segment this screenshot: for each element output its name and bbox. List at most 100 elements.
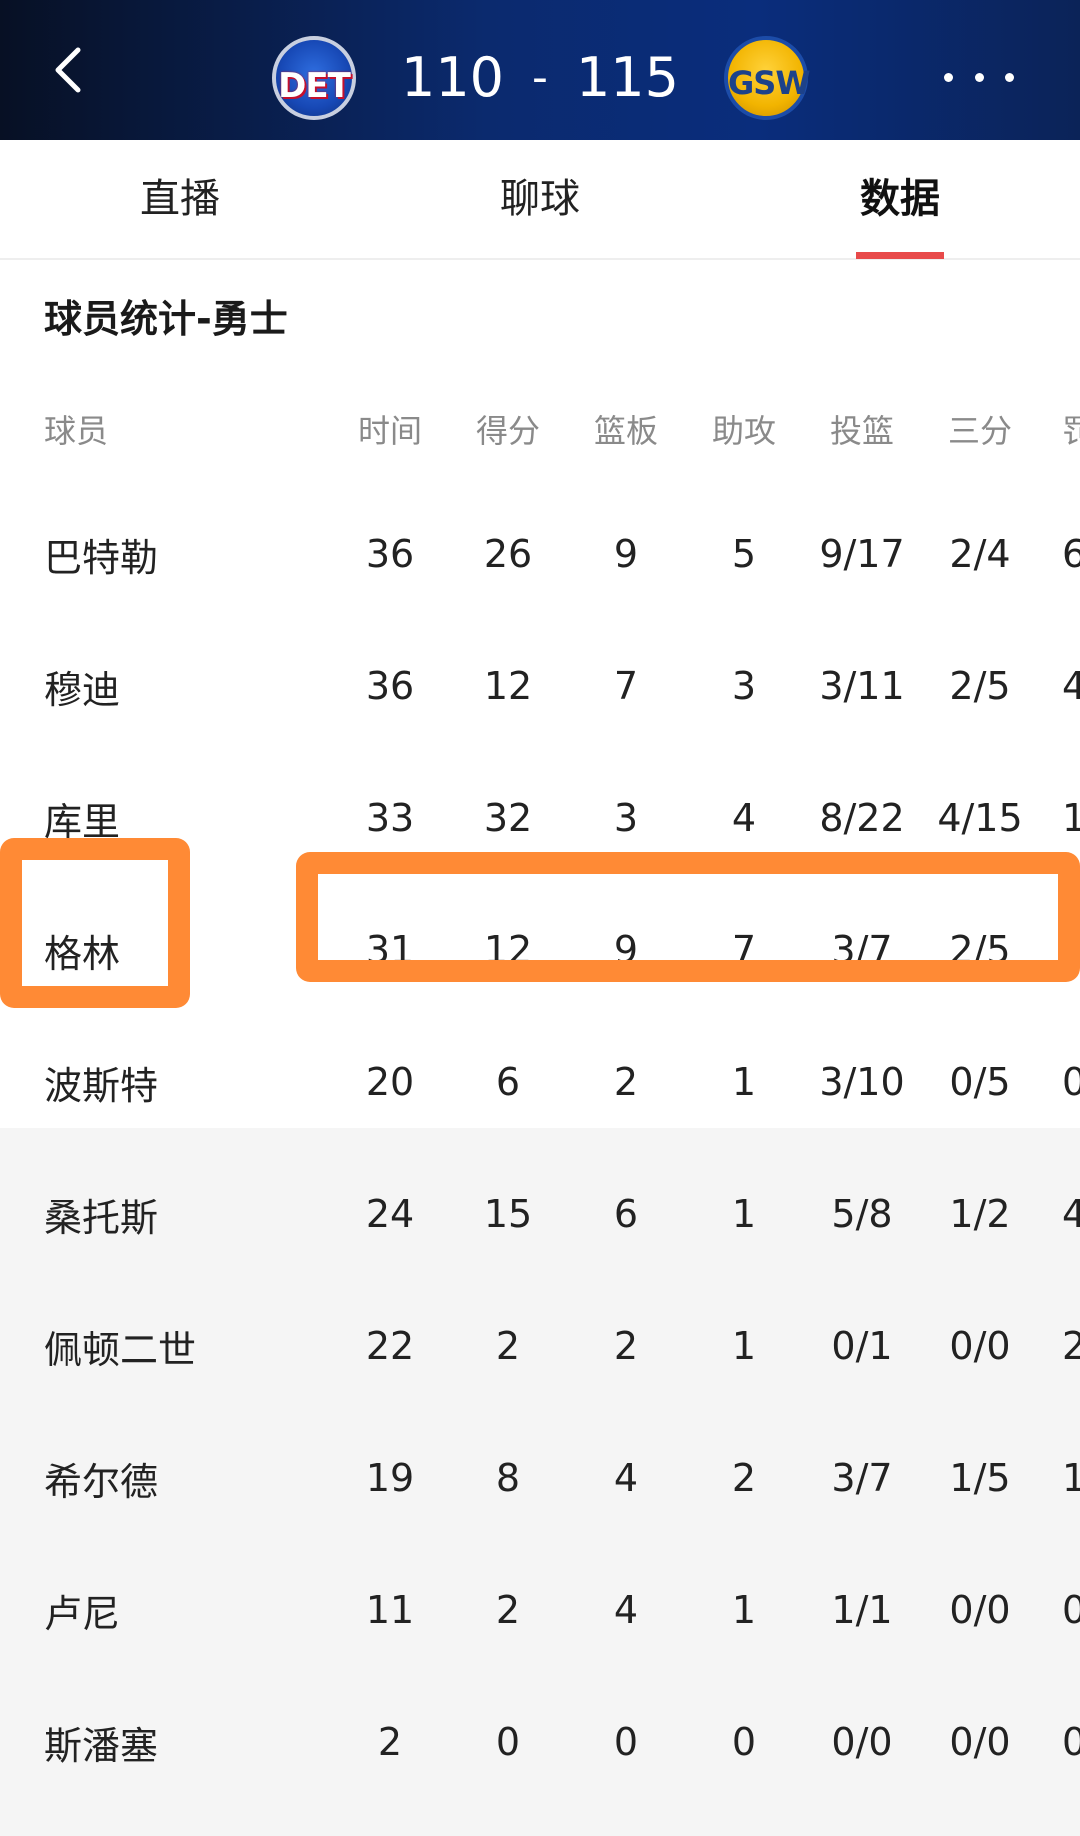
stat-assists: 1 — [731, 1324, 757, 1368]
game-header: DET 110 - 115 GSW — [0, 0, 1080, 140]
stat-minutes: 11 — [365, 1588, 415, 1632]
table-row[interactable]: 库里 33 32 3 4 8/22 4/15 12 — [0, 752, 1080, 884]
stat-free-throws — [1062, 884, 1080, 1016]
table-row[interactable]: 斯潘塞 2 0 0 0 0/0 0/0 0 — [0, 1676, 1080, 1808]
score-separator: - — [532, 51, 548, 103]
stat-points: 26 — [483, 532, 533, 576]
stat-rebounds: 0 — [613, 1720, 639, 1764]
column-header-rebounds[interactable]: 篮板 — [566, 370, 686, 488]
stat-rebounds: 6 — [613, 1192, 639, 1236]
home-team-abbr: DET — [278, 66, 351, 106]
stat-free-throws: 6 — [1062, 532, 1080, 576]
column-header-free-throws[interactable]: 罚 — [1062, 370, 1080, 488]
stat-minutes: 19 — [365, 1456, 415, 1500]
stat-three-pointers: 2/5 — [949, 664, 1011, 708]
player-name[interactable]: 巴特勒 — [44, 488, 304, 620]
stat-field-goals: 8/22 — [819, 796, 905, 840]
player-name[interactable]: 格林 — [44, 884, 304, 1016]
stat-rebounds: 2 — [613, 1324, 639, 1368]
table-row[interactable]: 巴特勒 36 26 9 5 9/17 2/4 6 — [0, 488, 1080, 620]
table-row[interactable]: 希尔德 19 8 4 2 3/7 1/5 1 — [0, 1412, 1080, 1544]
stat-assists: 1 — [731, 1060, 757, 1104]
player-name[interactable]: 波斯特 — [44, 1016, 304, 1148]
stat-assists: 3 — [731, 664, 757, 708]
stat-assists: 4 — [731, 796, 757, 840]
stat-free-throws: 4 — [1062, 664, 1080, 708]
stat-points: 8 — [495, 1456, 521, 1500]
stat-minutes: 33 — [365, 796, 415, 840]
stat-rebounds: 3 — [613, 796, 639, 840]
table-row[interactable]: 穆迪 36 12 7 3 3/11 2/5 4 — [0, 620, 1080, 752]
stat-points: 15 — [483, 1192, 533, 1236]
stat-points: 0 — [495, 1720, 521, 1764]
stat-minutes: 22 — [365, 1324, 415, 1368]
column-header-minutes[interactable]: 时间 — [330, 370, 450, 488]
stat-field-goals: 3/7 — [831, 928, 893, 972]
stat-three-pointers: 1/5 — [949, 1456, 1011, 1500]
column-header-points[interactable]: 得分 — [448, 370, 568, 488]
column-header-assists[interactable]: 助攻 — [684, 370, 804, 488]
player-name[interactable]: 桑托斯 — [44, 1148, 304, 1280]
stat-minutes: 24 — [365, 1192, 415, 1236]
table-row[interactable]: 波斯特 20 6 2 1 3/10 0/5 0 — [0, 1016, 1080, 1148]
player-name[interactable]: 卢尼 — [44, 1544, 304, 1676]
stat-three-pointers: 0/5 — [949, 1060, 1011, 1104]
table-body: 巴特勒 36 26 9 5 9/17 2/4 6 穆迪 36 12 7 3 3/11 2/5 4 库里 33 32 3… — [0, 488, 1080, 1808]
tab-chat[interactable]: 聊球 — [440, 140, 640, 258]
stat-rebounds: 9 — [613, 928, 639, 972]
more-dot-icon — [974, 72, 984, 82]
stat-field-goals: 0/0 — [831, 1720, 893, 1764]
stat-free-throws: 12 — [1062, 796, 1080, 840]
player-stats-table: 球员 时间 得分 篮板 助攻 投篮 三分 罚 巴特勒 36 26 9 5 9/17 2/4 6… — [0, 370, 1080, 1808]
stat-three-pointers: 0/0 — [949, 1324, 1011, 1368]
stat-minutes: 2 — [377, 1720, 403, 1764]
away-team-logo[interactable]: GSW — [724, 36, 811, 120]
table-row[interactable]: 格林 31 12 9 7 3/7 2/5 — [0, 884, 1080, 1016]
tab-stats[interactable]: 数据 — [800, 140, 1000, 258]
stat-rebounds: 4 — [613, 1588, 639, 1632]
player-name[interactable]: 库里 — [44, 752, 304, 884]
player-name[interactable]: 斯潘塞 — [44, 1676, 304, 1808]
tab-live[interactable]: 直播 — [80, 140, 280, 258]
stat-free-throws: 0 — [1062, 1588, 1080, 1632]
stat-field-goals: 1/1 — [831, 1588, 893, 1632]
stat-three-pointers: 2/4 — [949, 532, 1011, 576]
away-score: 115 — [575, 45, 680, 109]
player-name[interactable]: 穆迪 — [44, 620, 304, 752]
stat-field-goals: 3/7 — [831, 1456, 893, 1500]
stat-three-pointers: 1/2 — [949, 1192, 1011, 1236]
table-row[interactable]: 卢尼 11 2 4 1 1/1 0/0 0 — [0, 1544, 1080, 1676]
stat-points: 2 — [495, 1588, 521, 1632]
stat-free-throws: 0 — [1062, 1720, 1080, 1764]
stat-points: 12 — [483, 664, 533, 708]
stat-field-goals: 9/17 — [819, 532, 905, 576]
section-title: 球员统计-勇士 — [44, 297, 288, 341]
table-row[interactable]: 佩顿二世 22 2 2 1 0/1 0/0 2 — [0, 1280, 1080, 1412]
stat-field-goals: 3/11 — [819, 664, 905, 708]
stat-free-throws: 2 — [1062, 1324, 1080, 1368]
stat-points: 12 — [483, 928, 533, 972]
stat-minutes: 36 — [365, 532, 415, 576]
stat-rebounds: 9 — [613, 532, 639, 576]
home-team-logo[interactable]: DET — [272, 36, 356, 120]
stat-free-throws: 1 — [1062, 1456, 1080, 1500]
tab-bar: 直播 聊球 数据 — [0, 140, 1080, 260]
player-name[interactable]: 佩顿二世 — [44, 1280, 304, 1412]
stat-points: 6 — [495, 1060, 521, 1104]
column-header-field-goals[interactable]: 投篮 — [802, 370, 922, 488]
player-name[interactable]: 希尔德 — [44, 1412, 304, 1544]
stat-three-pointers: 2/5 — [949, 928, 1011, 972]
stat-field-goals: 5/8 — [831, 1192, 893, 1236]
column-header-player: 球员 — [44, 412, 109, 450]
stat-rebounds: 4 — [613, 1456, 639, 1500]
column-header-three-pointers[interactable]: 三分 — [920, 370, 1040, 488]
back-button[interactable] — [40, 38, 104, 102]
table-row[interactable]: 桑托斯 24 15 6 1 5/8 1/2 4 — [0, 1148, 1080, 1280]
stat-field-goals: 3/10 — [819, 1060, 905, 1104]
more-options-button[interactable] — [944, 62, 1014, 92]
stat-rebounds: 7 — [613, 664, 639, 708]
scoreboard: 110 - 115 — [400, 42, 680, 112]
stat-assists: 1 — [731, 1588, 757, 1632]
stat-three-pointers: 0/0 — [949, 1720, 1011, 1764]
stat-free-throws: 0 — [1062, 1060, 1080, 1104]
